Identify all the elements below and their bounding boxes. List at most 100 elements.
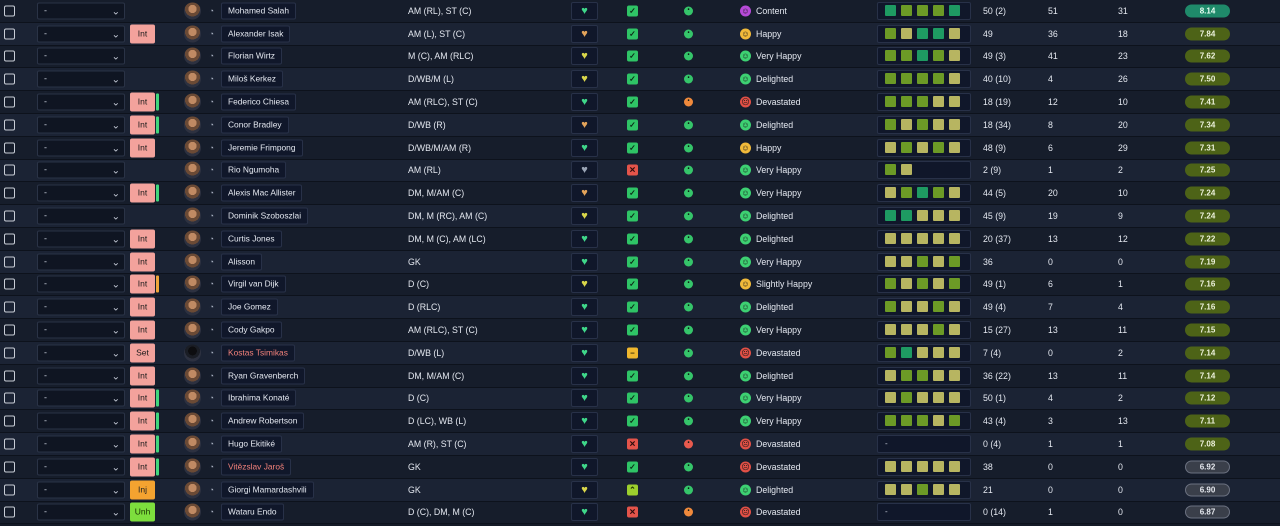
selection-dropdown[interactable]: - ⌄	[37, 139, 125, 157]
select-checkbox[interactable]	[4, 415, 15, 427]
fitness-heart-icon[interactable]: ♥	[571, 412, 598, 431]
status-badge[interactable]: Int	[130, 434, 155, 454]
selection-dropdown[interactable]: - ⌄	[37, 161, 125, 179]
player-name[interactable]: Andrew Robertson	[221, 412, 305, 430]
player-profile-icon[interactable]: ◔	[207, 348, 216, 357]
player-row[interactable]: - ⌄ Int ◔ Alexander Isak AM (L), ST (C) ♥ ✓ • ☺ Ha…	[0, 22, 1280, 46]
player-row[interactable]: - ⌄ Int ◔ Vitězslav Jaroš GK ♥ ✓ • ☹ Devastated 38 0…	[0, 455, 1280, 479]
select-checkbox[interactable]	[4, 210, 15, 222]
selection-dropdown[interactable]: - ⌄	[37, 25, 125, 43]
recent-form-box[interactable]	[877, 229, 971, 248]
recent-form-box[interactable]	[877, 138, 971, 157]
player-name[interactable]: Virgil van Dijk	[221, 275, 286, 293]
player-row[interactable]: - ⌄ Inj ◔ Giorgi Mamardashvili GK ♥ ⌃ • ☺ Delighte…	[0, 478, 1280, 502]
fitness-heart-icon[interactable]: ♥	[571, 275, 598, 294]
recent-form-box[interactable]	[877, 275, 971, 294]
selection-dropdown[interactable]: - ⌄	[37, 412, 125, 430]
select-checkbox[interactable]	[4, 164, 15, 176]
selection-dropdown[interactable]: - ⌄	[37, 275, 125, 293]
recent-form-box[interactable]	[877, 184, 971, 203]
status-badge[interactable]: Int	[130, 252, 155, 272]
select-checkbox[interactable]	[4, 73, 15, 85]
select-checkbox[interactable]	[4, 50, 15, 62]
status-badge[interactable]: Int	[130, 229, 155, 249]
player-profile-icon[interactable]: ◔	[207, 6, 216, 15]
player-row[interactable]: - ⌄ Int ◔ Hugo Ekitiké AM (R), ST (C) ♥ ✕ • ☹ Deva…	[0, 433, 1280, 456]
player-row[interactable]: - ⌄ Int ◔ Alexis Mac Allister DM, M/AM (C) ♥ ✓ •…	[0, 182, 1280, 206]
recent-form-box[interactable]	[877, 321, 971, 340]
player-profile-icon[interactable]: ◔	[207, 257, 216, 266]
status-badge[interactable]: Int	[130, 138, 155, 158]
player-row[interactable]: - ⌄ Int ◔ Ibrahima Konaté D (C) ♥ ✓ • ☺ Very Happy…	[0, 387, 1280, 411]
select-checkbox[interactable]	[4, 119, 15, 131]
recent-form-box[interactable]	[877, 389, 971, 408]
select-checkbox[interactable]	[4, 392, 15, 404]
player-name[interactable]: Federico Chiesa	[221, 93, 296, 111]
selection-dropdown[interactable]: - ⌄	[37, 503, 125, 521]
fitness-heart-icon[interactable]: ♥	[571, 480, 598, 499]
player-profile-icon[interactable]: ◔	[207, 462, 216, 471]
player-row[interactable]: - ⌄ Int ◔ Ryan Gravenberch DM, M/AM (C) ♥ ✓ • ☺ De…	[0, 364, 1280, 388]
select-checkbox[interactable]	[4, 370, 15, 382]
recent-form-box[interactable]	[877, 457, 971, 476]
status-badge[interactable]: Int	[130, 366, 155, 386]
player-name[interactable]: Miloš Kerkez	[221, 70, 283, 88]
player-profile-icon[interactable]: ◔	[207, 234, 216, 243]
fitness-heart-icon[interactable]: ♥	[571, 252, 598, 271]
player-profile-icon[interactable]: ◔	[207, 440, 216, 449]
recent-form-box[interactable]	[877, 207, 971, 226]
player-name[interactable]: Jeremie Frimpong	[221, 139, 303, 157]
fitness-heart-icon[interactable]: ♥	[571, 321, 598, 340]
fitness-heart-icon[interactable]: ♥	[571, 343, 598, 362]
player-profile-icon[interactable]: ◔	[207, 120, 216, 129]
fitness-heart-icon[interactable]: ♥	[571, 24, 598, 43]
select-checkbox[interactable]	[4, 5, 15, 17]
selection-dropdown[interactable]: - ⌄	[37, 321, 125, 339]
select-checkbox[interactable]	[4, 324, 15, 336]
selection-dropdown[interactable]: - ⌄	[37, 435, 125, 453]
fitness-heart-icon[interactable]: ♥	[571, 93, 598, 112]
status-badge[interactable]: Int	[130, 297, 155, 317]
selection-dropdown[interactable]: - ⌄	[37, 116, 125, 134]
select-checkbox[interactable]	[4, 142, 15, 154]
select-checkbox[interactable]	[4, 461, 15, 473]
recent-form-box[interactable]	[877, 366, 971, 385]
player-row[interactable]: - ⌄ Int ◔ Curtis Jones DM, M (C), AM (LC) ♥ ✓ • ☺…	[0, 227, 1280, 251]
recent-form-box[interactable]	[877, 298, 971, 317]
recent-form-box[interactable]	[877, 93, 971, 112]
fitness-heart-icon[interactable]: ♥	[571, 366, 598, 385]
player-name[interactable]: Curtis Jones	[221, 230, 282, 248]
status-badge[interactable]: Int	[130, 274, 155, 294]
player-profile-icon[interactable]: ◔	[207, 303, 216, 312]
fitness-heart-icon[interactable]: ♥	[571, 70, 598, 89]
recent-form-box[interactable]	[877, 161, 971, 180]
selection-dropdown[interactable]: - ⌄	[37, 344, 125, 362]
select-checkbox[interactable]	[4, 438, 15, 450]
select-checkbox[interactable]	[4, 28, 15, 40]
selection-dropdown[interactable]: - ⌄	[37, 389, 125, 407]
player-row[interactable]: - ⌄ Int ◔ Federico Chiesa AM (RLC), ST (C) ♥ ✓ •…	[0, 91, 1280, 114]
status-badge[interactable]: Int	[130, 115, 155, 135]
select-checkbox[interactable]	[4, 506, 15, 518]
status-badge[interactable]: Int	[130, 411, 155, 431]
selection-dropdown[interactable]: - ⌄	[37, 2, 125, 20]
player-name[interactable]: Dominik Szoboszlai	[221, 207, 309, 225]
selection-dropdown[interactable]: - ⌄	[37, 47, 125, 65]
player-row[interactable]: - ⌄ Int ◔ Virgil van Dijk D (C) ♥ ✓ • ☺ Slightly H…	[0, 273, 1280, 297]
selection-dropdown[interactable]: - ⌄	[37, 367, 125, 385]
player-name[interactable]: Rio Ngumoha	[221, 161, 287, 179]
player-profile-icon[interactable]: ◔	[207, 52, 216, 61]
select-checkbox[interactable]	[4, 96, 15, 108]
player-row[interactable]: - ⌄ ◔ Rio Ngumoha AM (RL) ♥ ✕ • ☺ Very Happy 2 (9)…	[0, 159, 1280, 183]
player-name[interactable]: Conor Bradley	[221, 116, 289, 134]
selection-dropdown[interactable]: - ⌄	[37, 70, 125, 88]
fitness-heart-icon[interactable]: ♥	[571, 207, 598, 226]
select-checkbox[interactable]	[4, 256, 15, 268]
player-name[interactable]: Ibrahima Konaté	[221, 389, 297, 407]
fitness-heart-icon[interactable]: ♥	[571, 298, 598, 317]
recent-form-box[interactable]	[877, 480, 971, 499]
select-checkbox[interactable]	[4, 301, 15, 313]
status-badge[interactable]: Int	[130, 320, 155, 340]
fitness-heart-icon[interactable]: ♥	[571, 389, 598, 408]
select-checkbox[interactable]	[4, 233, 15, 245]
